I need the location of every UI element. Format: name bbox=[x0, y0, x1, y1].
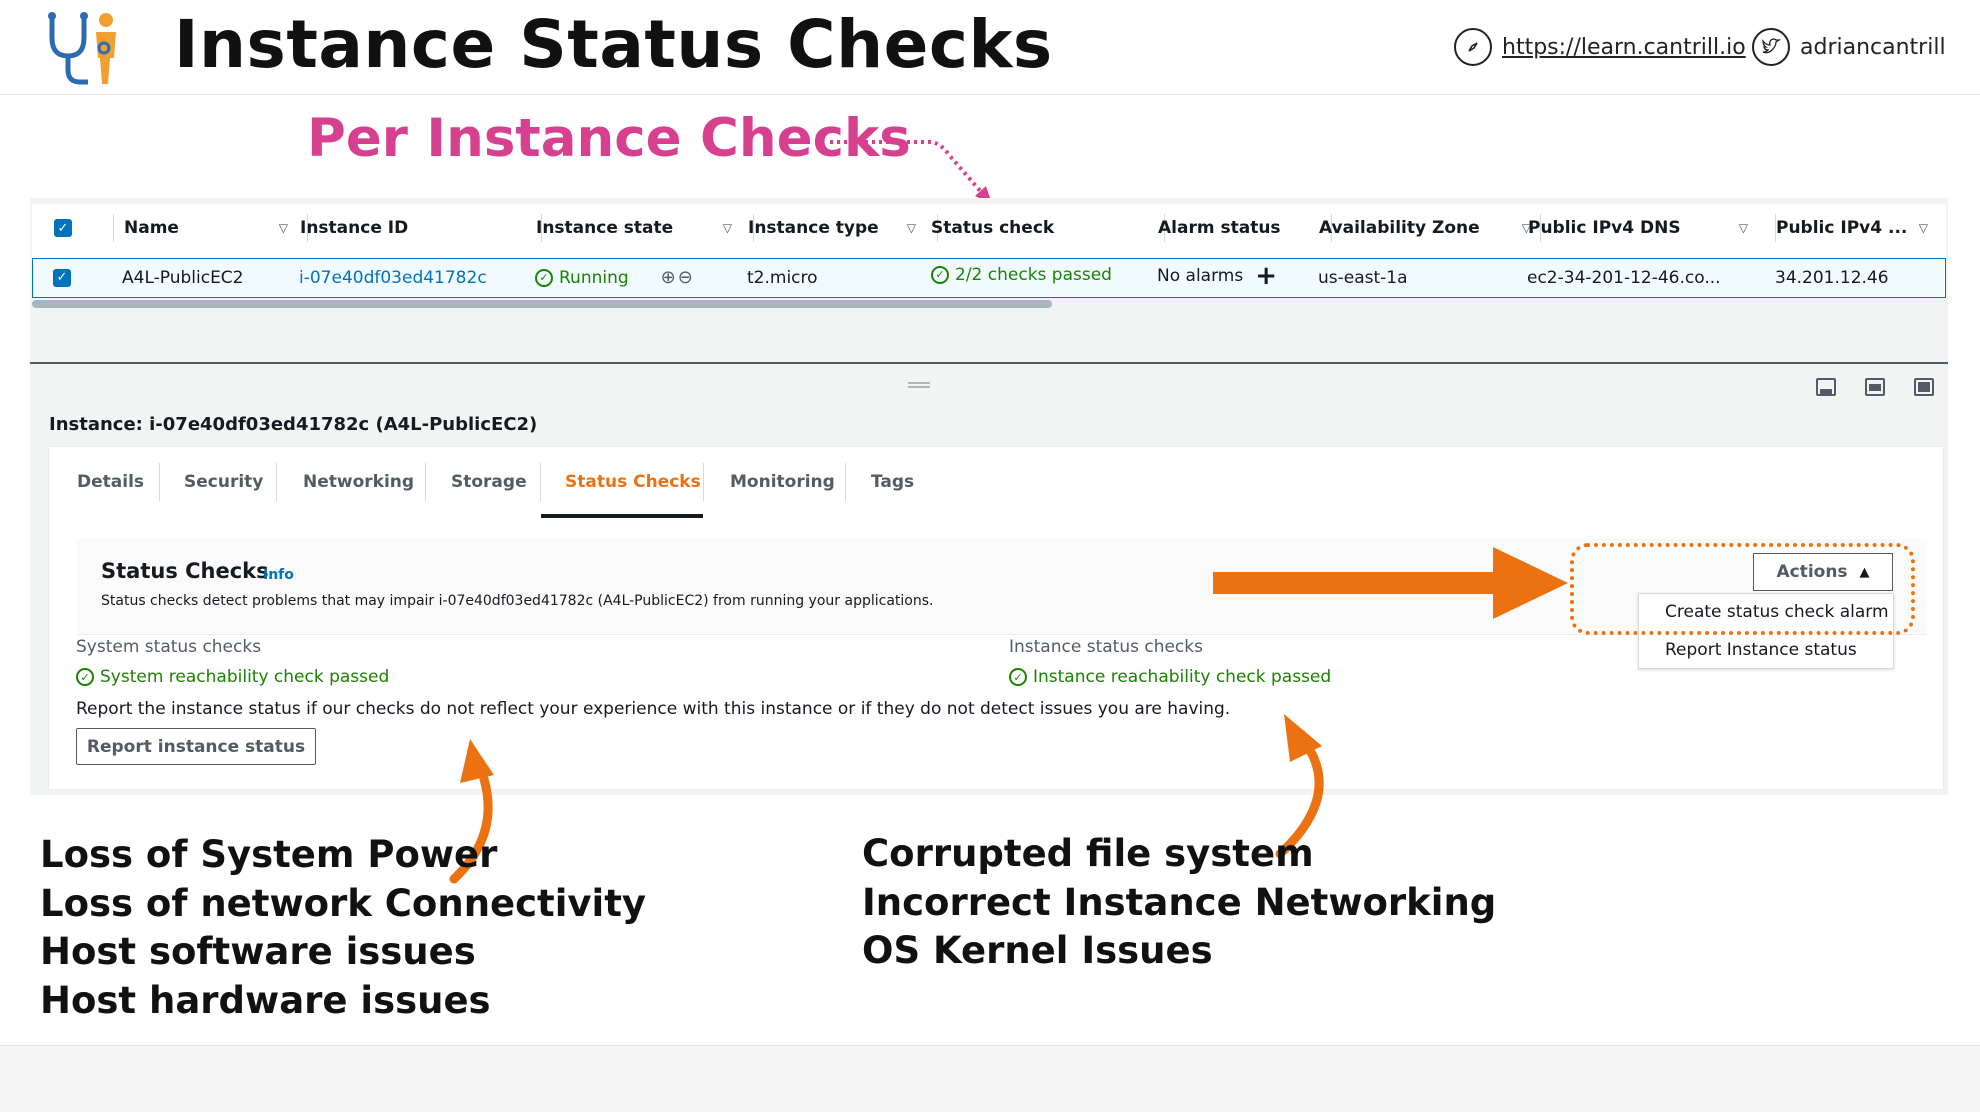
active-tab-indicator bbox=[541, 514, 703, 518]
drag-handle-icon[interactable] bbox=[908, 382, 930, 388]
col-public-ipv4[interactable]: Public IPv4 ... ▽ bbox=[1776, 204, 1946, 252]
tab-status-checks[interactable]: Status Checks bbox=[565, 447, 701, 517]
menu-item-report-status[interactable]: Report Instance status bbox=[1665, 640, 1857, 660]
list-item: Host software issues bbox=[40, 930, 476, 973]
col-status-check[interactable]: Status check bbox=[931, 204, 1165, 252]
panel-bottom-icon[interactable] bbox=[1816, 378, 1836, 396]
instances-table: ✓ Name ▽ Instance ID Instance state ▽ In… bbox=[32, 204, 1946, 298]
col-availability-zone[interactable]: Availability Zone ▽ bbox=[1319, 204, 1541, 252]
check-circle-icon: ✓ bbox=[931, 265, 949, 284]
twitter-handle[interactable]: adriancantrill bbox=[1800, 35, 1946, 60]
panel-full-icon[interactable] bbox=[1914, 378, 1934, 396]
zoom-in-icon[interactable]: ⊕ bbox=[661, 267, 676, 288]
list-item: Host hardware issues bbox=[40, 978, 491, 1022]
col-alarm-status[interactable]: Alarm status bbox=[1158, 204, 1332, 252]
tab-tags[interactable]: Tags bbox=[871, 447, 914, 517]
col-instance-id[interactable]: Instance ID bbox=[300, 204, 542, 252]
tab-security[interactable]: Security bbox=[184, 447, 263, 517]
cell-instance-id-link[interactable]: i-07e40df03ed41782c bbox=[299, 259, 487, 296]
twitter-link[interactable]: adriancantrill bbox=[1752, 28, 1946, 66]
sort-icon[interactable]: ▽ bbox=[279, 221, 288, 235]
page-title: Instance Status Checks bbox=[174, 6, 1053, 83]
system-check-result: ✓ System reachability check passed bbox=[76, 667, 389, 687]
cell-instance-type: t2.micro bbox=[747, 267, 818, 288]
sort-icon[interactable]: ▽ bbox=[1739, 221, 1748, 235]
instance-check-result: ✓ Instance reachability check passed bbox=[1009, 667, 1331, 687]
tab-storage[interactable]: Storage bbox=[451, 447, 527, 517]
sort-icon[interactable]: ▽ bbox=[907, 221, 916, 235]
system-checks-label: System status checks bbox=[76, 637, 262, 657]
split-divider[interactable] bbox=[30, 362, 1948, 364]
status-checks-description: Status checks detect problems that may i… bbox=[101, 593, 934, 609]
row-checkbox[interactable]: ✓ bbox=[53, 268, 71, 287]
sort-icon[interactable]: ▽ bbox=[1919, 221, 1928, 235]
zoom-out-icon[interactable]: ⊖ bbox=[678, 267, 693, 288]
stethoscope-person-icon bbox=[48, 12, 116, 85]
slide-header: Instance Status Checks https://learn.can… bbox=[0, 0, 1980, 95]
list-item: Loss of System Power bbox=[40, 833, 498, 876]
cell-alarm-status: No alarms + bbox=[1157, 260, 1277, 291]
instance-issues-list: Corrupted file system Incorrect Instance… bbox=[862, 830, 1496, 976]
site-link-text[interactable]: https://learn.cantrill.io bbox=[1502, 35, 1746, 60]
cell-public-ipv4: 34.201.12.46 bbox=[1775, 267, 1889, 288]
list-item: OS Kernel Issues bbox=[862, 929, 1213, 972]
tab-monitoring[interactable]: Monitoring bbox=[730, 447, 835, 517]
cell-name: A4L-PublicEC2 bbox=[122, 267, 244, 288]
table-row[interactable]: ✓ A4L-PublicEC2 i-07e40df03ed41782c ✓ Ru… bbox=[32, 258, 1946, 298]
site-link[interactable]: https://learn.cantrill.io bbox=[1454, 28, 1746, 66]
table-header: ✓ Name ▽ Instance ID Instance state ▽ In… bbox=[32, 204, 1946, 252]
horizontal-scrollbar[interactable] bbox=[32, 300, 1052, 308]
compass-icon bbox=[1454, 28, 1492, 66]
col-instance-state[interactable]: Instance state ▽ bbox=[536, 204, 754, 252]
col-name[interactable]: Name ▽ bbox=[124, 204, 308, 252]
twitter-icon bbox=[1752, 28, 1790, 66]
tab-networking[interactable]: Networking bbox=[303, 447, 414, 517]
add-alarm-icon[interactable]: + bbox=[1255, 261, 1277, 291]
info-link[interactable]: Info bbox=[263, 567, 294, 583]
check-circle-icon: ✓ bbox=[535, 268, 553, 287]
cell-instance-state: ✓ Running ⊕ ⊖ bbox=[535, 259, 693, 296]
actions-highlight bbox=[1570, 543, 1915, 635]
instance-checks-label: Instance status checks bbox=[1009, 637, 1203, 657]
check-circle-icon: ✓ bbox=[76, 668, 94, 686]
col-public-dns[interactable]: Public IPv4 DNS ▽ bbox=[1528, 204, 1776, 252]
cell-status-check: ✓ 2/2 checks passed bbox=[931, 256, 1112, 293]
select-all-checkbox[interactable]: ✓ bbox=[54, 219, 72, 237]
sort-icon[interactable]: ▽ bbox=[723, 221, 732, 235]
orange-right-arrow bbox=[1213, 547, 1568, 619]
list-item: Corrupted file system bbox=[862, 832, 1314, 875]
tab-details[interactable]: Details bbox=[77, 447, 144, 517]
select-all-cell: ✓ bbox=[54, 204, 114, 252]
col-instance-type[interactable]: Instance type ▽ bbox=[748, 204, 938, 252]
list-item: Incorrect Instance Networking bbox=[862, 880, 1497, 924]
check-circle-icon: ✓ bbox=[1009, 668, 1027, 686]
panel-side-icon[interactable] bbox=[1865, 378, 1885, 396]
bottom-band bbox=[0, 1045, 1980, 1112]
system-issues-list: Loss of System Power Loss of network Con… bbox=[40, 831, 646, 1025]
report-instance-status-button[interactable]: Report instance status bbox=[76, 728, 316, 765]
row-select-cell: ✓ bbox=[53, 259, 71, 296]
instance-panel-title: Instance: i-07e40df03ed41782c (A4L-Publi… bbox=[49, 414, 538, 435]
status-checks-title: Status Checks bbox=[101, 559, 269, 583]
cell-public-dns: ec2-34-201-12-46.co... bbox=[1527, 267, 1721, 288]
list-item: Loss of network Connectivity bbox=[40, 881, 647, 925]
report-help-text: Report the instance status if our checks… bbox=[76, 699, 1231, 719]
cell-availability-zone: us-east-1a bbox=[1318, 267, 1408, 288]
